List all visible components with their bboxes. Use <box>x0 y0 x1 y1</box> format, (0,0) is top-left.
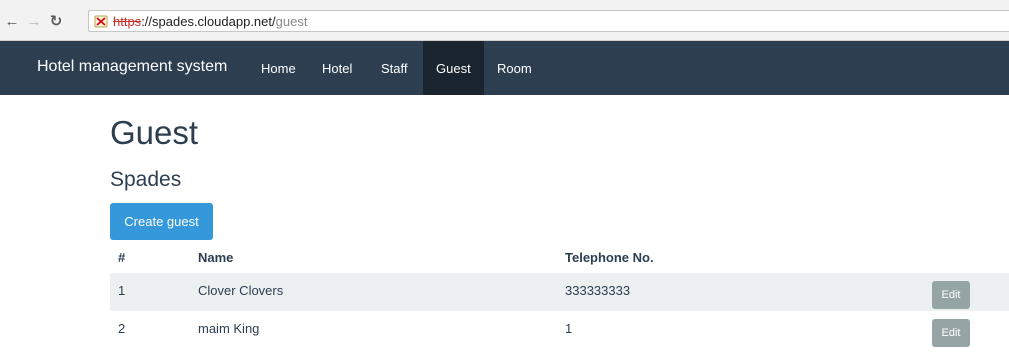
guest-name: maim King <box>198 321 260 336</box>
url-path: guest <box>275 14 308 29</box>
guest-name: Clover Clovers <box>198 283 284 298</box>
back-arrow-icon[interactable]: ← <box>2 11 22 31</box>
edit-guest-button[interactable]: Edit <box>932 319 970 347</box>
browser-toolbar: ← → ↻ https://spades.cloudapp.net/guest <box>0 0 1009 41</box>
edit-guest-button[interactable]: Edit <box>932 281 970 309</box>
guest-telephone: 333333333 <box>565 283 631 298</box>
table-row: 1 Clover Clovers 333333333 Edit <box>110 273 1009 311</box>
guest-number: 1 <box>118 283 126 298</box>
forward-arrow-icon[interactable]: → <box>24 11 44 31</box>
guest-telephone: 1 <box>565 321 573 336</box>
brand-link[interactable]: Hotel management system <box>37 58 227 76</box>
nav-link-home[interactable]: Home <box>248 41 309 95</box>
column-header-telephone: Telephone No. <box>565 250 654 265</box>
nav-link-hotel[interactable]: Hotel <box>309 41 365 95</box>
column-header-name: Name <box>198 250 234 265</box>
insecure-certificate-icon[interactable] <box>94 15 108 28</box>
guest-table: # Name Telephone No. 1 Clover Clovers 33… <box>110 241 1009 349</box>
url-scheme: https <box>113 14 142 29</box>
table-header-row: # Name Telephone No. <box>110 241 1009 273</box>
url-host: ://spades.cloudapp.net/ <box>141 14 276 29</box>
section-title: Spades <box>110 168 182 191</box>
url-text: https://spades.cloudapp.net/guest <box>113 14 307 29</box>
column-header-number: # <box>118 250 126 265</box>
reload-icon[interactable]: ↻ <box>46 11 66 31</box>
nav-link-staff[interactable]: Staff <box>368 41 421 95</box>
guest-number: 2 <box>118 321 126 336</box>
nav-link-guest[interactable]: Guest <box>423 41 484 95</box>
nav-link-room[interactable]: Room <box>484 41 545 95</box>
address-bar[interactable]: https://spades.cloudapp.net/guest <box>88 10 1009 32</box>
app-navbar: Hotel management system Home Hotel Staff… <box>0 41 1009 95</box>
page-title: Guest <box>110 114 199 151</box>
create-guest-button[interactable]: Create guest <box>110 203 213 240</box>
table-row: 2 maim King 1 Edit <box>110 311 1009 349</box>
